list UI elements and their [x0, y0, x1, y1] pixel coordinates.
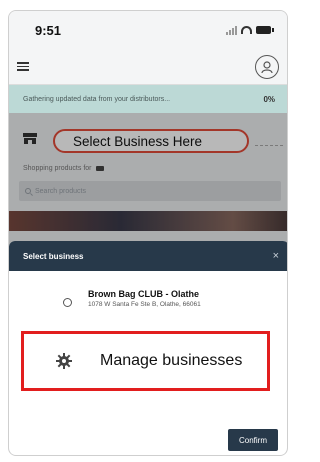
- confirm-button[interactable]: Confirm: [228, 429, 278, 451]
- business-address: 1078 W Santa Fe Ste B, Olathe, 66061: [88, 301, 201, 308]
- signal-icon: [226, 25, 237, 35]
- manage-businesses-button[interactable]: Manage businesses: [21, 331, 270, 391]
- manage-businesses-label: Manage businesses: [100, 352, 243, 369]
- business-name: Brown Bag CLUB - Olathe: [88, 289, 200, 299]
- modal-title: Select business: [23, 251, 84, 261]
- select-business-modal: Select business × Brown Bag CLUB - Olath…: [9, 241, 287, 455]
- status-time: 9:51: [35, 22, 62, 38]
- business-radio[interactable]: [63, 298, 72, 307]
- sync-message: Gathering updated data from your distrib…: [23, 95, 171, 103]
- modal-header: Select business ×: [9, 241, 287, 271]
- app-header: [9, 49, 287, 85]
- user-icon[interactable]: [255, 54, 279, 79]
- battery-icon: [256, 26, 274, 34]
- wifi-icon: [241, 26, 252, 34]
- sync-progress-banner: Gathering updated data from your distrib…: [9, 85, 287, 113]
- sync-percent: 0%: [263, 94, 275, 104]
- status-icons: [226, 25, 274, 35]
- status-bar: 9:51: [9, 11, 287, 49]
- business-option[interactable]: Brown Bag CLUB - Olathe 1078 W Santa Fe …: [63, 289, 201, 308]
- close-icon[interactable]: ×: [273, 250, 279, 262]
- gear-icon: [56, 353, 72, 369]
- phone-frame: 9:51 Gathering updated data from your di…: [8, 10, 288, 456]
- menu-icon[interactable]: [17, 62, 29, 71]
- business-option-text: Brown Bag CLUB - Olathe 1078 W Santa Fe …: [88, 289, 201, 308]
